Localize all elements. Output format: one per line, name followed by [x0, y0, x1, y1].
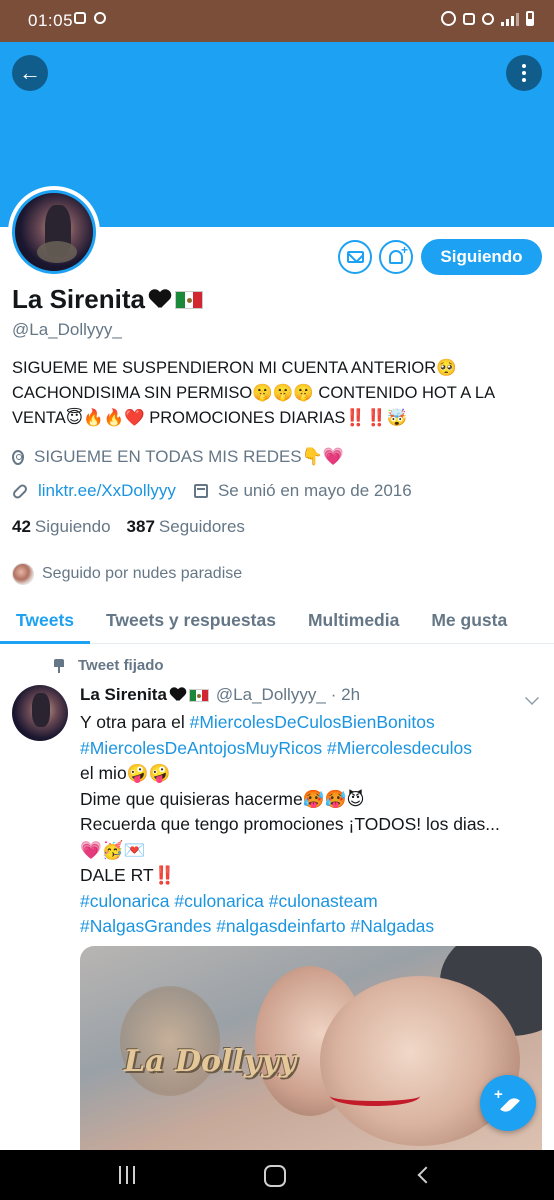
- status-bar: 01:05: [0, 0, 554, 42]
- location-pin-icon: [12, 449, 24, 465]
- hashtag-link[interactable]: #culonarica: [80, 891, 170, 911]
- watermark-logo: [120, 986, 220, 1096]
- pin-icon: [54, 658, 64, 673]
- following-count-link[interactable]: 42 Siguiendo: [12, 517, 111, 537]
- hashtag-link[interactable]: #Miercolesdeculos: [327, 738, 472, 758]
- tweet-media-image[interactable]: La Dollyyy: [80, 946, 542, 1150]
- link-icon: [11, 482, 29, 500]
- profile-tabs: Tweets Tweets y respuestas Multimedia Me…: [0, 597, 554, 644]
- pinned-tweet-label: Tweet fijado: [54, 657, 164, 674]
- tab-likes[interactable]: Me gusta: [415, 597, 523, 643]
- mail-icon: [346, 251, 364, 263]
- profile-display-name: La Sirenita: [12, 284, 203, 315]
- instagram-icon: [94, 12, 106, 24]
- back-button[interactable]: ←: [12, 55, 48, 91]
- arrow-left-icon: ←: [19, 60, 41, 85]
- system-back-button[interactable]: [417, 1166, 435, 1184]
- compose-tweet-button[interactable]: +: [480, 1075, 536, 1131]
- status-time: 01:05: [28, 11, 74, 30]
- black-heart-emoji: [170, 688, 186, 703]
- profile-joined-date: Se unió en mayo de 2016: [217, 481, 412, 500]
- tweet-author-avatar[interactable]: [12, 685, 68, 741]
- hashtag-link[interactable]: #MiercolesDeCulosBienBonitos: [190, 712, 435, 732]
- hashtag-link[interactable]: #culonasteam: [269, 891, 378, 911]
- tweet-timestamp: · 2h: [330, 685, 361, 704]
- feather-compose-icon: [500, 1095, 520, 1115]
- tweet-header: La Sirenita @La_Dollyyy_ · 2h: [80, 685, 360, 705]
- black-heart-emoji: [149, 290, 171, 310]
- followers-count-link[interactable]: 387 Seguidores: [127, 517, 245, 537]
- recent-apps-button[interactable]: [119, 1166, 135, 1184]
- hashtag-link[interactable]: #Nalgadas: [350, 916, 434, 936]
- wifi-icon: [482, 12, 494, 25]
- signal-icon: [501, 11, 519, 26]
- calendar-icon: [193, 484, 208, 498]
- hashtag-link[interactable]: #NalgasGrandes: [80, 916, 211, 936]
- mute-icon: [463, 12, 475, 25]
- profile-handle: @La_Dollyyy_: [12, 320, 122, 339]
- more-vertical-icon: [522, 64, 526, 82]
- profile-avatar[interactable]: [8, 186, 100, 278]
- follow-counts: 42 Siguiendo 387 Seguidores: [12, 517, 245, 537]
- more-options-button[interactable]: [506, 55, 542, 91]
- hashtag-link[interactable]: #culonarica: [174, 891, 264, 911]
- following-button[interactable]: Siguiendo: [421, 239, 542, 275]
- profile-website-link[interactable]: linktr.ee/XxDollyyy: [38, 481, 176, 501]
- tab-tweets[interactable]: Tweets: [0, 597, 91, 644]
- follower-avatar: [12, 563, 34, 585]
- battery-icon: [526, 11, 534, 26]
- profile-links: linktr.ee/XxDollyyy Se unió en mayo de 2…: [11, 481, 412, 501]
- mexico-flag-emoji: [174, 290, 203, 309]
- profile-bio: SIGUEME ME SUSPENDIERON MI CUENTA ANTERI…: [12, 359, 495, 427]
- hashtag-link[interactable]: #nalgasdeinfarto: [216, 916, 345, 936]
- notifications-button[interactable]: +: [379, 240, 413, 274]
- mexico-flag-emoji: [188, 688, 209, 702]
- watermark-text: La Dollyyy: [124, 1044, 297, 1079]
- followed-by[interactable]: Seguido por nudes paradise: [12, 563, 242, 585]
- gallery-icon: [74, 12, 86, 24]
- alarm-icon: [441, 11, 456, 26]
- system-nav-bar: [0, 1150, 554, 1200]
- tweet-author-name[interactable]: La Sirenita: [80, 685, 167, 705]
- home-button[interactable]: [264, 1165, 286, 1187]
- tab-tweets-replies[interactable]: Tweets y respuestas: [90, 597, 292, 643]
- tab-media[interactable]: Multimedia: [292, 597, 415, 643]
- profile-location: SIGUEME EN TODAS MIS REDES👇💗: [12, 447, 344, 467]
- tweet-menu-chevron-icon[interactable]: [525, 691, 539, 705]
- hashtag-link[interactable]: #MiercolesDeAntojosMuyRicos: [80, 738, 322, 758]
- tweet-author-handle: @La_Dollyyy_: [215, 685, 326, 704]
- tweet-text: Y otra para el #MiercolesDeCulosBienBoni…: [80, 712, 500, 936]
- message-button[interactable]: [338, 240, 372, 274]
